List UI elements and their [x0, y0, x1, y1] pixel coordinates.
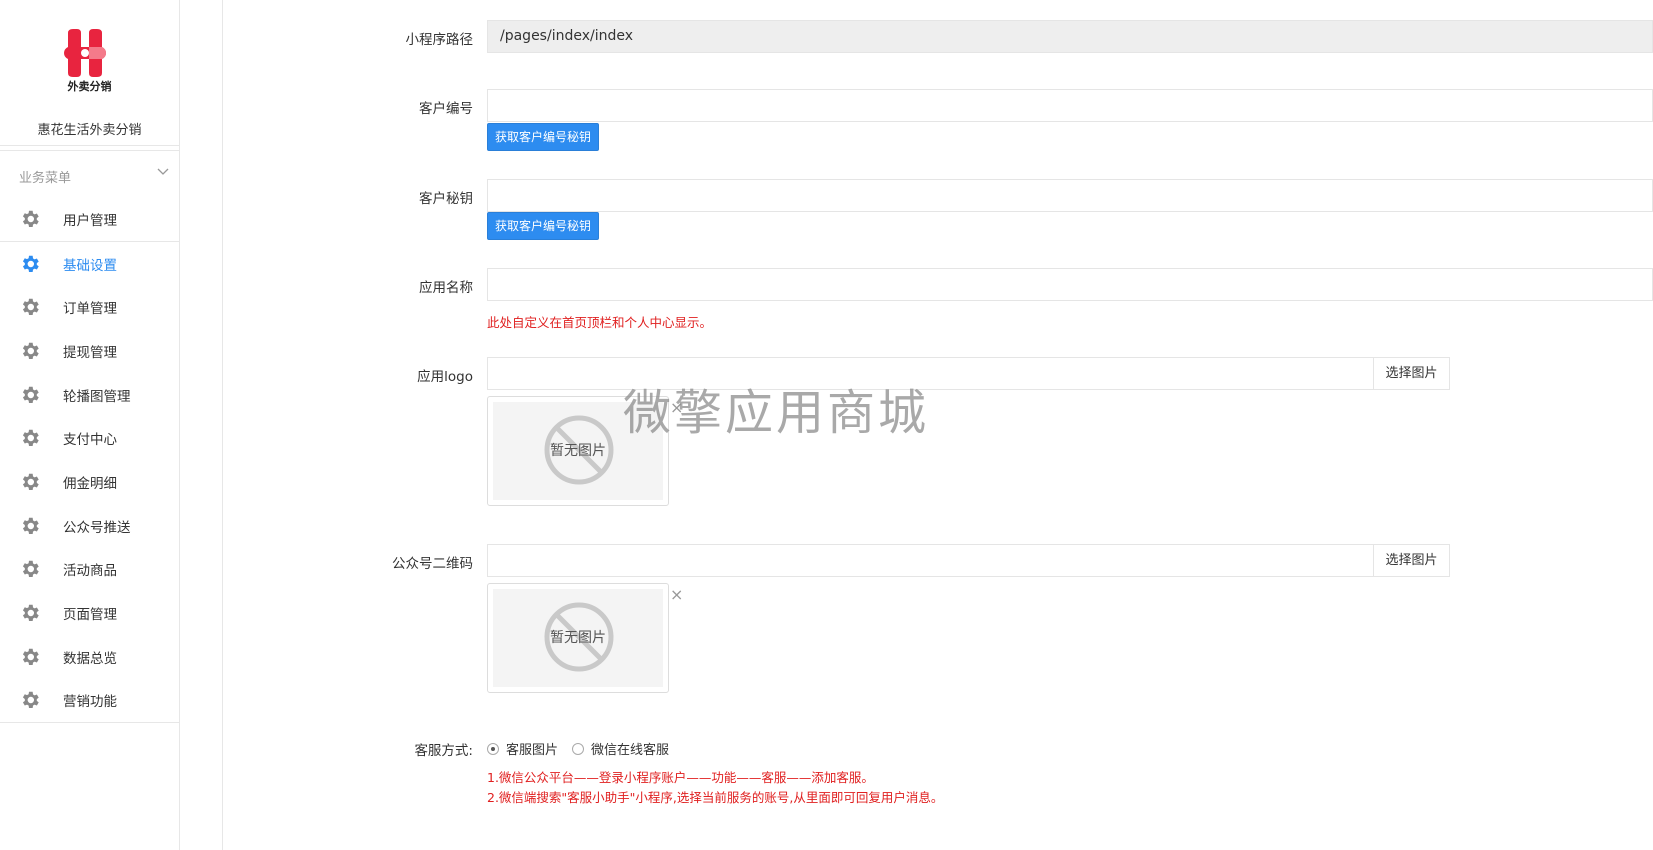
client-id-label: 客户编号 [419, 101, 473, 117]
qrcode-remove-icon[interactable]: × [670, 585, 683, 604]
brand-name: 惠花生活外卖分销 [37, 123, 142, 138]
sidebar-item[interactable]: 订单管理 [0, 285, 180, 329]
sidebar-menu: 用户管理基础设置订单管理提现管理轮播图管理支付中心佣金明细公众号推送活动商品页面… [0, 198, 180, 724]
gear-icon [19, 558, 41, 580]
app-logo-placeholder-text: 暂无图片 [550, 443, 606, 459]
sidebar-item-label: 佣金明细 [63, 475, 117, 492]
qrcode-placeholder-text: 暂无图片 [550, 630, 606, 646]
service-label: 客服方式: [414, 743, 473, 759]
app-name-label: 应用名称 [419, 280, 473, 296]
sidebar-item-label: 提现管理 [63, 344, 117, 361]
menu-heading[interactable]: 业务菜单 [0, 150, 179, 198]
gear-icon [19, 427, 41, 449]
app-name-help: 此处自定义在首页顶栏和个人中心显示。 [487, 315, 713, 330]
sidebar-item[interactable]: 数据总览 [0, 635, 180, 679]
gear-icon [19, 340, 41, 362]
brand-block: 外卖分销 惠花生活外卖分销 [0, 0, 179, 146]
get-client-secret-button[interactable]: 获取客户编号秘钥 [487, 212, 599, 240]
service-option-online[interactable]: 微信在线客服 [572, 739, 669, 758]
sidebar-item[interactable]: 支付中心 [0, 416, 180, 460]
sidebar: 外卖分销 惠花生活外卖分销 业务菜单 用户管理基础设置订单管理提现管理轮播图管理… [0, 0, 180, 850]
app-logo-label: 应用logo [417, 369, 473, 385]
radio-unchecked-icon[interactable] [572, 742, 584, 755]
sidebar-item-label: 订单管理 [63, 301, 117, 318]
content-divider [222, 0, 223, 850]
sidebar-item-label: 活动商品 [63, 563, 117, 580]
sidebar-item[interactable]: 活动商品 [0, 548, 180, 592]
sidebar-item-label: 页面管理 [63, 607, 117, 624]
path-label: 小程序路径 [405, 32, 474, 48]
gear-icon [19, 602, 41, 624]
settings-form: 小程序路径 /pages/index/index 客户编号 获取客户编号秘钥 客… [230, 0, 1653, 850]
radio-checked-icon[interactable] [487, 742, 499, 755]
gear-icon [19, 471, 41, 493]
sidebar-item-label: 用户管理 [63, 213, 117, 230]
gear-icon [19, 296, 41, 318]
client-id-input[interactable] [487, 89, 1653, 122]
sidebar-item[interactable]: 基础设置 [0, 242, 180, 286]
sidebar-item-label: 营销功能 [63, 694, 117, 711]
menu-heading-label: 业务菜单 [19, 171, 72, 186]
qrcode-pick-button[interactable]: 选择图片 [1373, 544, 1450, 577]
qrcode-placeholder: 暂无图片 [493, 589, 663, 687]
gear-icon [19, 515, 41, 537]
gear-icon [19, 208, 41, 230]
qrcode-preview: 暂无图片 [487, 583, 669, 693]
sidebar-item[interactable]: 佣金明细 [0, 460, 180, 504]
chevron-down-icon[interactable] [156, 165, 170, 179]
sidebar-item-label: 公众号推送 [63, 519, 131, 536]
sidebar-item[interactable]: 页面管理 [0, 591, 180, 635]
gear-icon [19, 646, 41, 668]
sidebar-item[interactable]: 营销功能 [0, 679, 180, 723]
app-logo-input[interactable] [487, 357, 1374, 390]
client-secret-input[interactable] [487, 179, 1653, 212]
sidebar-item[interactable]: 提现管理 [0, 329, 180, 373]
app-logo-pick-button[interactable]: 选择图片 [1373, 357, 1450, 390]
gear-icon [19, 384, 41, 406]
qrcode-label: 公众号二维码 [392, 556, 473, 572]
client-secret-label: 客户秘钥 [419, 191, 473, 207]
sidebar-item-label: 轮播图管理 [63, 388, 131, 405]
gear-icon [19, 253, 41, 275]
sidebar-item[interactable]: 轮播图管理 [0, 373, 180, 417]
gear-icon [19, 689, 41, 711]
qrcode-input[interactable] [487, 544, 1374, 577]
get-client-keys-button[interactable]: 获取客户编号秘钥 [487, 123, 599, 151]
service-option-image-label: 客服图片 [506, 743, 559, 758]
sidebar-item-label: 数据总览 [63, 650, 117, 667]
sidebar-item[interactable]: 用户管理 [0, 198, 180, 242]
path-field: /pages/index/index [487, 20, 1653, 53]
brand-logo-text: 外卖分销 [67, 80, 112, 93]
watermark: 微擎应用商城 [623, 385, 930, 441]
service-option-online-label: 微信在线客服 [591, 743, 670, 758]
service-help-1: 1.微信公众平台——登录小程序账户——功能——客服——添加客服。 [487, 770, 874, 785]
app-name-input[interactable] [487, 268, 1653, 301]
service-help-2: 2.微信端搜索"客服小助手"小程序,选择当前服务的账号,从里面即可回复用户消息。 [487, 790, 944, 805]
sidebar-item-label: 基础设置 [63, 257, 117, 274]
sidebar-item-label: 支付中心 [63, 432, 117, 449]
service-option-image[interactable]: 客服图片 [487, 739, 558, 758]
sidebar-item[interactable]: 公众号推送 [0, 504, 180, 548]
